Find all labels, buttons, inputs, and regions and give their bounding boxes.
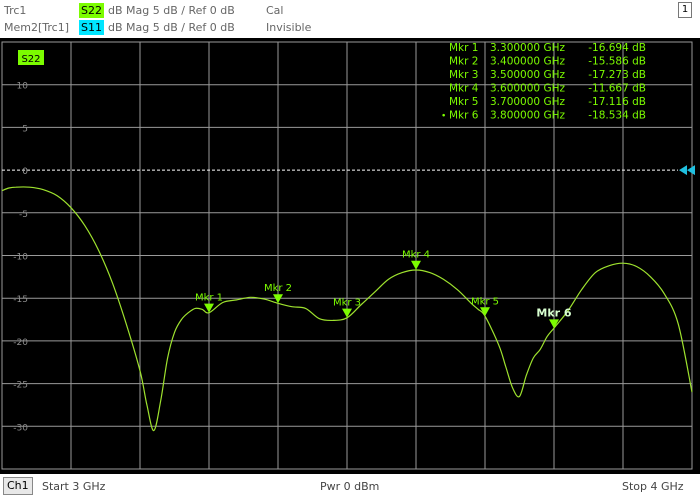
marker-value: -17.116 dB: [588, 96, 646, 108]
channel-label[interactable]: Ch1: [3, 477, 33, 495]
marker-name: Mkr 4: [449, 83, 479, 95]
trace-state: Invisible: [266, 21, 312, 34]
trace-state: Cal: [266, 4, 284, 17]
trace-markers: Mkr 1 Mkr 2 Mkr 3 Mkr 4 Mkr 5 Mkr 6: [195, 250, 572, 329]
marker-name: Mkr 5: [449, 96, 478, 108]
s22-param-chip[interactable]: S22: [79, 3, 104, 18]
marker-label: Mkr 2: [264, 283, 292, 294]
marker-table-row[interactable]: Mkr 2 3.400000 GHz -15.586 dB: [449, 56, 646, 68]
marker-value: -11.667 dB: [588, 83, 646, 95]
marker-name: Mkr 6: [449, 110, 479, 122]
marker-value: -15.586 dB: [588, 56, 646, 68]
ref-level-label: 0: [22, 167, 28, 177]
y-tick-label: -5: [19, 210, 28, 220]
marker-triangle-icon: [411, 260, 421, 270]
marker-value: -17.273 dB: [588, 69, 646, 81]
marker-table-row[interactable]: Mkr 5 3.700000 GHz -17.116 dB: [449, 96, 646, 108]
y-tick-label: -30: [13, 423, 28, 433]
trace-header: Trc1 S22 dB Mag 5 dB / Ref 0 dB Cal Mem2…: [0, 0, 700, 38]
reference-arrow-icon[interactable]: [679, 165, 687, 176]
trace-tag[interactable]: S22: [18, 50, 44, 65]
trace-tag-label: S22: [21, 54, 40, 65]
trace-marker[interactable]: Mkr 5: [471, 296, 499, 317]
marker-label: Mkr 5: [471, 296, 499, 307]
marker-value: -16.694 dB: [588, 42, 646, 54]
s11-param-chip[interactable]: S11: [79, 20, 104, 35]
marker-label: Mkr 3: [333, 298, 361, 309]
marker-frequency: 3.700000 GHz: [490, 96, 565, 108]
trace-name: Trc1: [4, 4, 27, 17]
trace-marker[interactable]: Mkr 1: [195, 293, 223, 313]
marker-frequency: 3.500000 GHz: [490, 69, 565, 81]
marker-label: Mkr 4: [402, 250, 430, 261]
trace-marker[interactable]: Mkr 3: [333, 298, 361, 318]
marker-table-row[interactable]: Mkr 3 3.500000 GHz -17.273 dB: [449, 69, 646, 81]
trace-format: dB Mag 5 dB / Ref 0 dB: [108, 4, 235, 17]
window-number-tag[interactable]: 1: [678, 2, 692, 18]
marker-frequency: 3.400000 GHz: [490, 56, 565, 68]
trace-format: dB Mag 5 dB / Ref 0 dB: [108, 21, 235, 34]
marker-name: Mkr 2: [449, 56, 478, 68]
marker-value: -18.534 dB: [588, 110, 646, 122]
marker-triangle-icon: [342, 308, 352, 318]
marker-frequency: 3.800000 GHz: [490, 110, 565, 122]
active-marker-dot-icon: •: [441, 112, 446, 122]
plot-area[interactable]: 10 5 -5 -10 -15 -20 -25 -30 0 S22 Mkr 1 3.300000…: [0, 38, 700, 474]
marker-label: Mkr 1: [195, 293, 223, 304]
marker-table-row[interactable]: Mkr 1 3.300000 GHz -16.694 dB: [449, 42, 646, 54]
s-parameter-chart[interactable]: 10 5 -5 -10 -15 -20 -25 -30 0 S22 Mkr 1 3.300000…: [0, 38, 700, 474]
y-tick-label: -10: [13, 253, 28, 263]
trace-marker[interactable]: Mkr 6: [536, 306, 572, 329]
y-tick-labels: 10 5 -5 -10 -15 -20 -25 -30: [13, 82, 28, 434]
y-tick-label: 10: [17, 82, 29, 92]
y-tick-label: -20: [13, 338, 28, 348]
marker-name: Mkr 3: [449, 69, 478, 81]
y-tick-label: 5: [22, 124, 28, 134]
trace-name: Mem2[Trc1]: [4, 21, 69, 34]
marker-frequency: 3.300000 GHz: [490, 42, 565, 54]
marker-name: Mkr 1: [449, 42, 478, 54]
marker-label: Mkr 6: [536, 306, 572, 319]
y-tick-label: -15: [13, 295, 28, 305]
trace-marker[interactable]: Mkr 4: [402, 250, 430, 270]
marker-frequency: 3.600000 GHz: [490, 83, 565, 95]
channel-footer: Ch1 Start 3 GHz Pwr 0 dBm Stop 4 GHz: [0, 474, 700, 502]
power-level[interactable]: Pwr 0 dBm: [320, 480, 379, 493]
marker-table: Mkr 1 3.300000 GHz -16.694 dB Mkr 2 3.400000…: [441, 42, 646, 122]
reference-arrow-icon[interactable]: [687, 165, 695, 176]
start-frequency[interactable]: Start 3 GHz: [42, 480, 105, 493]
y-tick-label: -25: [13, 381, 28, 391]
stop-frequency[interactable]: Stop 4 GHz: [622, 480, 684, 493]
marker-table-row[interactable]: • Mkr 6 3.800000 GHz -18.534 dB: [441, 110, 646, 122]
